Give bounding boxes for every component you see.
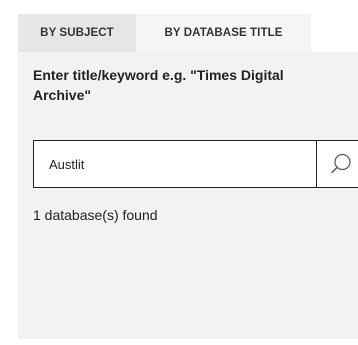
database-search-widget: BY SUBJECT BY DATABASE TITLE Enter title… xyxy=(0,0,358,345)
search-icon xyxy=(330,153,351,174)
tab-by-database-title-label: BY DATABASE TITLE xyxy=(164,27,283,39)
search-box xyxy=(33,140,358,188)
tab-by-subject[interactable]: BY SUBJECT xyxy=(18,14,136,52)
tab-by-database-title[interactable]: BY DATABASE TITLE xyxy=(136,14,311,52)
search-input[interactable] xyxy=(34,141,316,187)
search-button[interactable] xyxy=(316,141,358,187)
tab-by-subject-label: BY SUBJECT xyxy=(40,27,114,39)
search-panel: Enter title/keyword e.g. "Times Digital … xyxy=(18,52,358,339)
tab-bar: BY SUBJECT BY DATABASE TITLE xyxy=(18,14,311,52)
search-prompt: Enter title/keyword e.g. "Times Digital … xyxy=(33,67,284,103)
result-count: 1 database(s) found xyxy=(33,207,158,223)
